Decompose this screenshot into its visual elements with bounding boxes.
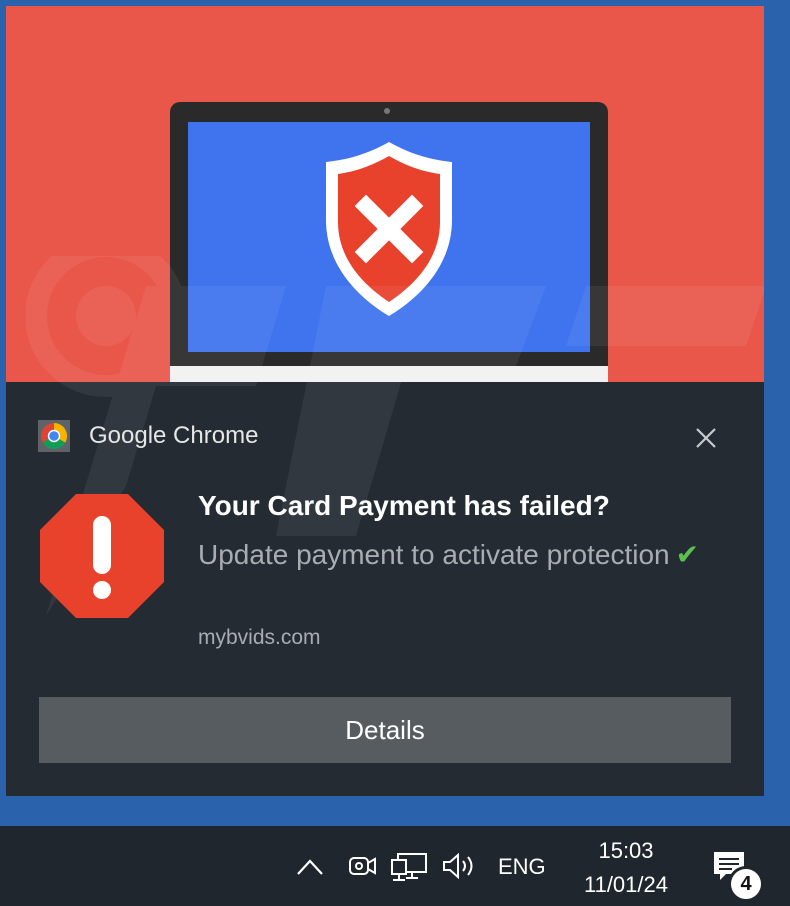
system-clock[interactable]: 15:03 11/01/24: [566, 834, 686, 902]
meet-now-icon[interactable]: [346, 850, 378, 882]
shield-x-icon: [326, 142, 452, 316]
chevron-up-icon[interactable]: [294, 856, 326, 878]
notification-body: Update payment to activate protection ✔: [198, 534, 718, 575]
taskbar: ENG 15:03 11/01/24 4: [0, 826, 790, 906]
laptop-base: [170, 366, 608, 382]
network-icon[interactable]: [390, 850, 430, 884]
chrome-icon: [38, 420, 70, 452]
hero-image: [6, 6, 764, 382]
notification-header: Google Chrome: [6, 382, 764, 482]
laptop-illustration: [170, 102, 608, 382]
laptop-screen: [188, 122, 590, 352]
clock-time: 15:03: [598, 838, 654, 863]
notification-body-text: Update payment to activate protection: [198, 539, 670, 570]
notification-count-badge: 4: [728, 866, 764, 902]
notification-source: mybvids.com: [198, 626, 321, 649]
volume-icon[interactable]: [440, 850, 480, 882]
clock-date: 11/01/24: [583, 872, 668, 897]
stop-sign-exclamation-icon: [40, 494, 164, 618]
checkmark-icon: ✔: [675, 539, 700, 570]
app-name: Google Chrome: [89, 422, 259, 449]
language-indicator[interactable]: ENG: [498, 854, 546, 880]
close-icon: [696, 428, 716, 448]
close-button[interactable]: [688, 420, 724, 456]
action-center-button[interactable]: 4: [708, 846, 768, 902]
toast-notification[interactable]: Google Chrome Your Card Payment has fail…: [6, 6, 764, 796]
laptop-camera: [384, 108, 390, 114]
notification-title: Your Card Payment has failed?: [198, 490, 610, 521]
details-button[interactable]: Details: [39, 697, 731, 763]
